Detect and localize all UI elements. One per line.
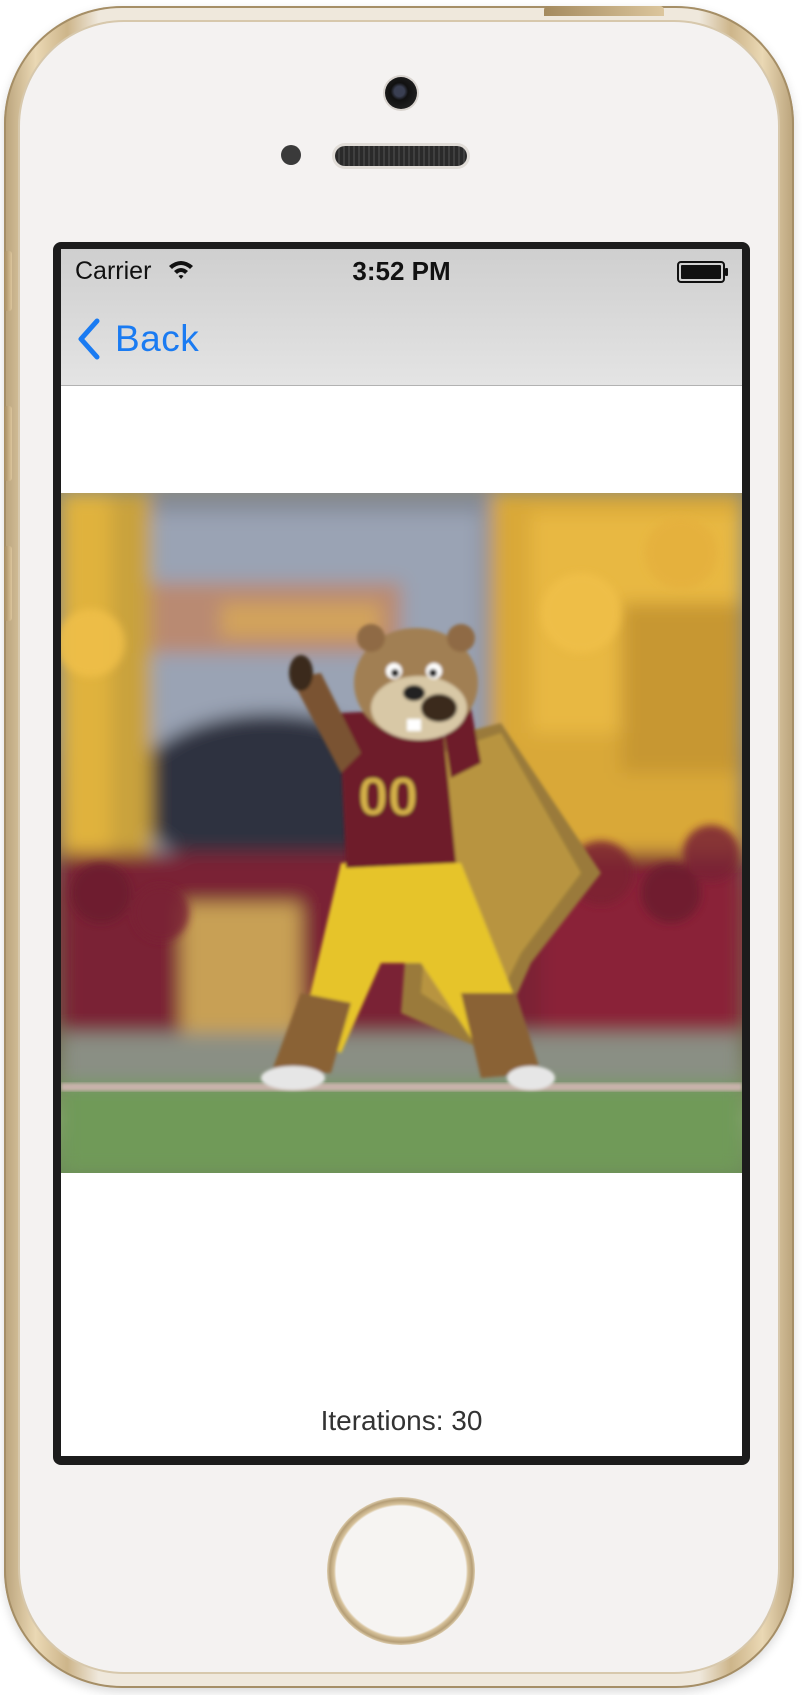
screen: Carrier 3:52 PM Back 00 Iterations: 30 (61, 249, 742, 1456)
volume-up-button (4, 406, 12, 481)
front-camera (385, 77, 417, 109)
mascot-photo-illustration: 00 (61, 493, 742, 1173)
power-button (544, 6, 664, 16)
svg-text:00: 00 (358, 767, 418, 827)
status-time: 3:52 PM (352, 256, 451, 286)
battery-icon (677, 261, 728, 283)
mascot-photo: 00 (61, 493, 742, 1173)
iterations-label: Iterations: 30 (320, 1405, 483, 1436)
navigation-bar: Carrier 3:52 PM Back (61, 249, 742, 386)
volume-down-button (4, 546, 12, 621)
home-button[interactable] (327, 1497, 475, 1645)
status-bar: Carrier 3:52 PM (61, 249, 742, 293)
mute-switch (4, 251, 12, 311)
earpiece-speaker (335, 146, 467, 166)
proximity-sensor (281, 145, 301, 165)
back-button[interactable]: Back (77, 315, 199, 363)
chevron-left-icon (78, 318, 100, 360)
back-label: Back (115, 318, 200, 359)
